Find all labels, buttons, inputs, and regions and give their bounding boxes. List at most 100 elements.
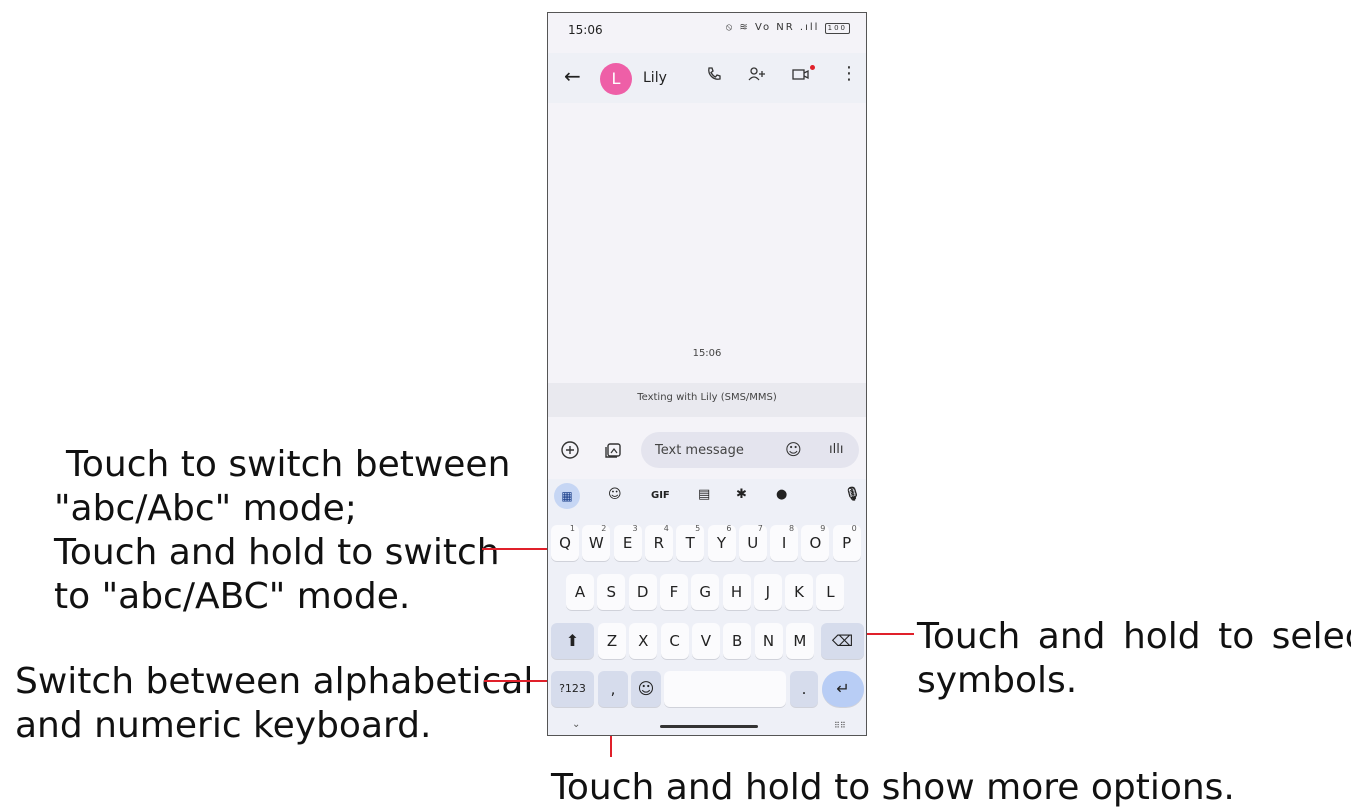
phone-icon[interactable]: [706, 66, 722, 86]
key-letter: U: [747, 534, 759, 552]
key-k[interactable]: K: [785, 574, 814, 610]
annotation-period-line2: symbols.: [917, 660, 1078, 701]
add-circle-icon[interactable]: [560, 440, 580, 465]
key-m[interactable]: M: [785, 623, 814, 659]
key-d[interactable]: D: [628, 574, 657, 610]
key-t[interactable]: T5: [676, 524, 705, 561]
text-message-field[interactable]: Text message ☺ ıllı: [641, 432, 859, 468]
video-icon[interactable]: [792, 66, 810, 86]
key-b[interactable]: B: [723, 623, 752, 659]
nav-bar: ⌄ ⠿⠿: [548, 717, 866, 735]
key-w[interactable]: W2: [582, 524, 611, 561]
keyboard-switch-icon[interactable]: ⠿⠿: [834, 721, 846, 730]
key-letter: Y: [716, 534, 727, 552]
key-number-hint: 7: [757, 524, 763, 533]
key-e[interactable]: E3: [613, 524, 642, 561]
annotation-shift-line1: Touch to switch between: [66, 444, 511, 485]
apps-grid-icon[interactable]: ▦: [554, 483, 580, 509]
microphone-icon[interactable]: 🎙: [844, 487, 861, 502]
key-a[interactable]: A: [566, 574, 594, 610]
key-g[interactable]: G: [691, 574, 720, 610]
sticker-icon[interactable]: ☺: [608, 487, 622, 502]
key-letter: Q: [559, 534, 571, 552]
key-j[interactable]: J: [753, 574, 782, 610]
gallery-icon[interactable]: [604, 440, 624, 465]
status-indicators: ⦸ ≋ Vo NR .ıll: [725, 22, 820, 33]
battery-icon: 100: [824, 23, 850, 34]
home-gesture-pill[interactable]: [660, 725, 758, 728]
key-z[interactable]: Z: [598, 623, 626, 659]
status-icons: ⦸ ≋ Vo NR .ıll 100: [726, 22, 850, 34]
key-letter: R: [653, 534, 665, 552]
annotation-symbols-line1: Switch between alphabetical: [15, 661, 534, 702]
enter-key[interactable]: ↵: [822, 671, 864, 707]
key-letter: P: [842, 534, 852, 552]
key-number-hint: 9: [820, 524, 826, 533]
collapse-keyboard-icon[interactable]: ⌄: [572, 719, 580, 730]
period-key[interactable]: .: [790, 671, 818, 707]
annotation-shift-line3: Touch and hold to switch: [54, 532, 500, 573]
key-number-hint: 6: [726, 524, 732, 533]
keyboard-toolbar: ▦ ☺ GIF ▤ ✱ ● 🎙: [548, 479, 866, 515]
palette-icon[interactable]: ●: [776, 487, 787, 502]
add-person-icon[interactable]: [747, 66, 767, 86]
key-p[interactable]: P0: [832, 524, 861, 561]
space-key[interactable]: [664, 671, 786, 707]
composer: Text message ☺ ıllı: [548, 427, 866, 475]
key-u[interactable]: U7: [738, 524, 767, 561]
key-r[interactable]: R4: [644, 524, 673, 561]
key-x[interactable]: X: [629, 623, 658, 659]
annotation-shift-line2: "abc/Abc" mode;: [54, 488, 357, 529]
clipboard-icon[interactable]: ▤: [698, 487, 710, 502]
annotation-symbols-line2: and numeric keyboard.: [15, 705, 432, 746]
app-bar: ← L Lily ⋮: [548, 53, 866, 103]
gif-button[interactable]: GIF: [651, 490, 670, 501]
avatar[interactable]: L: [600, 63, 632, 95]
emoji-key[interactable]: ☺: [631, 671, 661, 707]
key-letter: I: [781, 534, 787, 552]
key-letter: E: [622, 534, 633, 552]
key-number-hint: 5: [695, 524, 701, 533]
key-i[interactable]: I8: [770, 524, 799, 561]
leader-symbols: [484, 680, 550, 682]
text-message-placeholder: Text message: [655, 443, 744, 458]
annotation-comma: Touch and hold to show more options.: [551, 767, 1235, 808]
message-timestamp: 15:06: [692, 348, 722, 359]
more-vert-icon[interactable]: ⋮: [840, 63, 858, 84]
symbols-key[interactable]: ?123: [551, 671, 594, 707]
status-bar: 15:06 ⦸ ≋ Vo NR .ıll 100: [548, 13, 866, 49]
key-number-hint: 3: [632, 524, 638, 533]
shift-key[interactable]: ⬆: [551, 623, 594, 659]
status-time: 15:06: [568, 23, 603, 37]
voice-icon[interactable]: ıllı: [829, 442, 843, 457]
key-s[interactable]: S: [597, 574, 626, 610]
key-o[interactable]: O9: [801, 524, 830, 561]
key-h[interactable]: H: [722, 574, 751, 610]
key-number-hint: 8: [789, 524, 795, 533]
key-number-hint: 1: [569, 524, 575, 533]
backspace-key[interactable]: ⌫: [821, 623, 864, 659]
key-letter: W: [588, 534, 604, 552]
comma-key[interactable]: ,: [598, 671, 628, 707]
key-y[interactable]: Y6: [707, 524, 736, 561]
annotation-shift-line4: to "abc/ABC" mode.: [54, 576, 411, 617]
key-n[interactable]: N: [754, 623, 783, 659]
sms-banner: Texting with Lily (SMS/MMS): [548, 383, 866, 417]
back-arrow-icon[interactable]: ←: [564, 64, 581, 88]
settings-gear-icon[interactable]: ✱: [736, 487, 747, 502]
key-c[interactable]: C: [660, 623, 689, 659]
key-l[interactable]: L: [816, 574, 845, 610]
keyboard: ▦ ☺ GIF ▤ ✱ ● 🎙 Q1W2E3R4T5Y6U7I8O9P0 ASD…: [548, 479, 866, 735]
key-number-hint: 4: [663, 524, 669, 533]
key-number-hint: 0: [851, 524, 857, 533]
key-f[interactable]: F: [659, 574, 688, 610]
phone-screen: 15:06 ⦸ ≋ Vo NR .ıll 100 ← L Lily ⋮ 15:0…: [547, 12, 867, 736]
emoji-icon[interactable]: ☺: [785, 440, 802, 459]
contact-name[interactable]: Lily: [643, 70, 667, 86]
key-letter: O: [809, 534, 822, 552]
notification-dot: [810, 65, 815, 70]
key-letter: T: [685, 534, 695, 552]
key-q[interactable]: Q1: [551, 524, 579, 561]
key-v[interactable]: V: [691, 623, 720, 659]
annotation-period-line1: Touch and hold to select: [917, 616, 1351, 657]
